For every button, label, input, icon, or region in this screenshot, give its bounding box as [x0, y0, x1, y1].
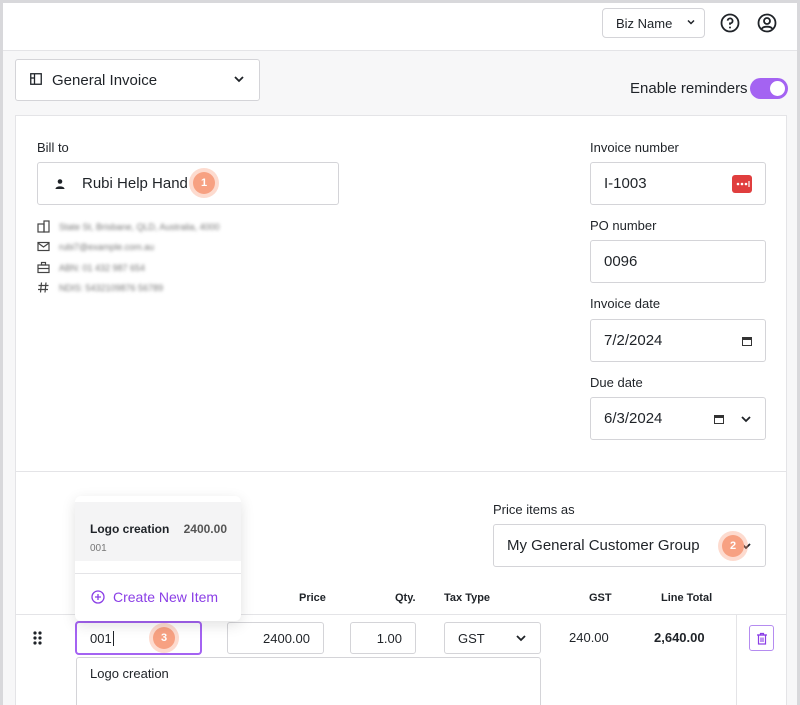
invoice-number-value: I-1003 — [604, 175, 647, 192]
column-header-price: Price — [299, 592, 326, 604]
column-header-qty: Qty. — [395, 592, 416, 604]
line-total-amount: 2,640.00 — [654, 630, 705, 645]
step-badge-3: 3 — [149, 623, 179, 653]
invoice-date-value: 7/2/2024 — [604, 332, 663, 349]
dropdown-item-code: 001 — [90, 543, 107, 554]
dropdown-item-name: Logo creation — [90, 522, 170, 536]
customer-ndis-row: NDIS: 5432109876 56789 — [37, 281, 163, 294]
hash-icon — [38, 282, 49, 293]
create-new-item-label: Create New Item — [113, 589, 219, 605]
dropdown-item-price: 2400.00 — [183, 522, 227, 536]
column-header-gst: GST — [589, 592, 612, 604]
invoice-date-field[interactable]: 7/2/2024 — [590, 319, 766, 362]
column-header-line-total: Line Total — [661, 592, 713, 604]
quantity-input[interactable]: 1.00 — [350, 622, 416, 654]
invoice-date-label: Invoice date — [590, 296, 661, 311]
tax-type-select[interactable]: GST — [444, 622, 541, 654]
dropdown-item-option[interactable]: Logo creation 2400.00 001 — [75, 502, 241, 561]
po-number-value: 0096 — [604, 253, 638, 270]
customer-address: State St, Brisbane, QLD, Australia, 4000 — [59, 221, 220, 232]
customer-address-row: State St, Brisbane, QLD, Australia, 4000 — [37, 220, 220, 233]
price-value: 2400.00 — [263, 630, 310, 646]
item-description-textarea[interactable]: Logo creation — [76, 657, 541, 705]
customer-ndis: NDIS: 5432109876 56789 — [59, 282, 164, 293]
invoice-number-field[interactable]: I-1003 — [590, 162, 766, 205]
item-autocomplete-dropdown: Logo creation 2400.00 001 Create New Ite… — [75, 496, 241, 621]
create-new-item-button[interactable]: Create New Item — [91, 589, 218, 605]
po-number-field[interactable]: 0096 — [590, 240, 766, 283]
toggle-knob — [770, 81, 785, 96]
due-date-label: Due date — [590, 375, 643, 390]
invoice-number-label: Invoice number — [590, 140, 679, 155]
price-input[interactable]: 2400.00 — [227, 622, 324, 654]
bill-to-label: Bill to — [37, 140, 69, 155]
drag-handle-icon[interactable] — [33, 631, 42, 650]
chevron-down-icon — [686, 17, 696, 30]
calendar-icon[interactable] — [714, 414, 724, 424]
calendar-icon[interactable] — [742, 336, 752, 346]
business-selector-label: Biz Name — [616, 15, 673, 31]
po-number-label: PO number — [590, 218, 657, 233]
text-cursor — [112, 630, 114, 646]
customer-abn-row: ABN: 01 432 987 654 — [37, 261, 145, 274]
delete-line-button[interactable] — [749, 625, 774, 651]
customer-email-row: rubi7@example.com.au — [37, 240, 154, 253]
step-badge-1: 1 — [189, 168, 219, 198]
column-header-tax-type: Tax Type — [444, 592, 491, 604]
enable-reminders-toggle[interactable] — [750, 78, 788, 99]
customer-abn: ABN: 01 432 987 654 — [59, 262, 146, 273]
enable-reminders-label: Enable reminders — [630, 80, 748, 97]
step-badge-2: 2 — [718, 531, 748, 561]
briefcase-icon — [37, 261, 50, 274]
help-icon[interactable] — [720, 13, 740, 33]
customer-email: rubi7@example.com.au — [59, 241, 155, 252]
invoice-template-select[interactable]: General Invoice — [15, 59, 260, 101]
bill-to-customer-field[interactable]: Rubi Help Hand — [37, 162, 339, 205]
item-code-value: 001 — [90, 630, 112, 646]
plus-circle-icon — [91, 590, 105, 604]
chevron-down-icon — [515, 632, 527, 644]
due-date-value: 6/3/2024 — [604, 410, 663, 427]
layout-icon — [30, 72, 42, 89]
item-code-input[interactable]: 001 — [76, 622, 201, 654]
invoice-template-label: General Invoice — [52, 71, 158, 89]
price-items-as-value: My General Customer Group — [507, 537, 700, 554]
chevron-down-icon — [233, 72, 245, 89]
chevron-down-icon[interactable] — [740, 413, 752, 425]
table-column-divider — [736, 614, 737, 705]
building-icon — [37, 220, 50, 233]
user-account-icon[interactable] — [757, 13, 777, 33]
quantity-value: 1.00 — [376, 630, 402, 646]
trash-icon — [756, 632, 768, 645]
person-icon — [54, 178, 66, 190]
gst-amount: 240.00 — [569, 630, 609, 645]
due-date-field[interactable]: 6/3/2024 — [590, 397, 766, 440]
mail-icon — [37, 241, 50, 252]
password-manager-icon[interactable] — [732, 174, 752, 193]
item-description-value: Logo creation — [90, 666, 169, 681]
tax-type-value: GST — [458, 630, 485, 646]
price-items-as-label: Price items as — [493, 502, 575, 517]
business-selector[interactable]: Biz Name — [602, 8, 705, 38]
dropdown-divider — [75, 573, 241, 574]
